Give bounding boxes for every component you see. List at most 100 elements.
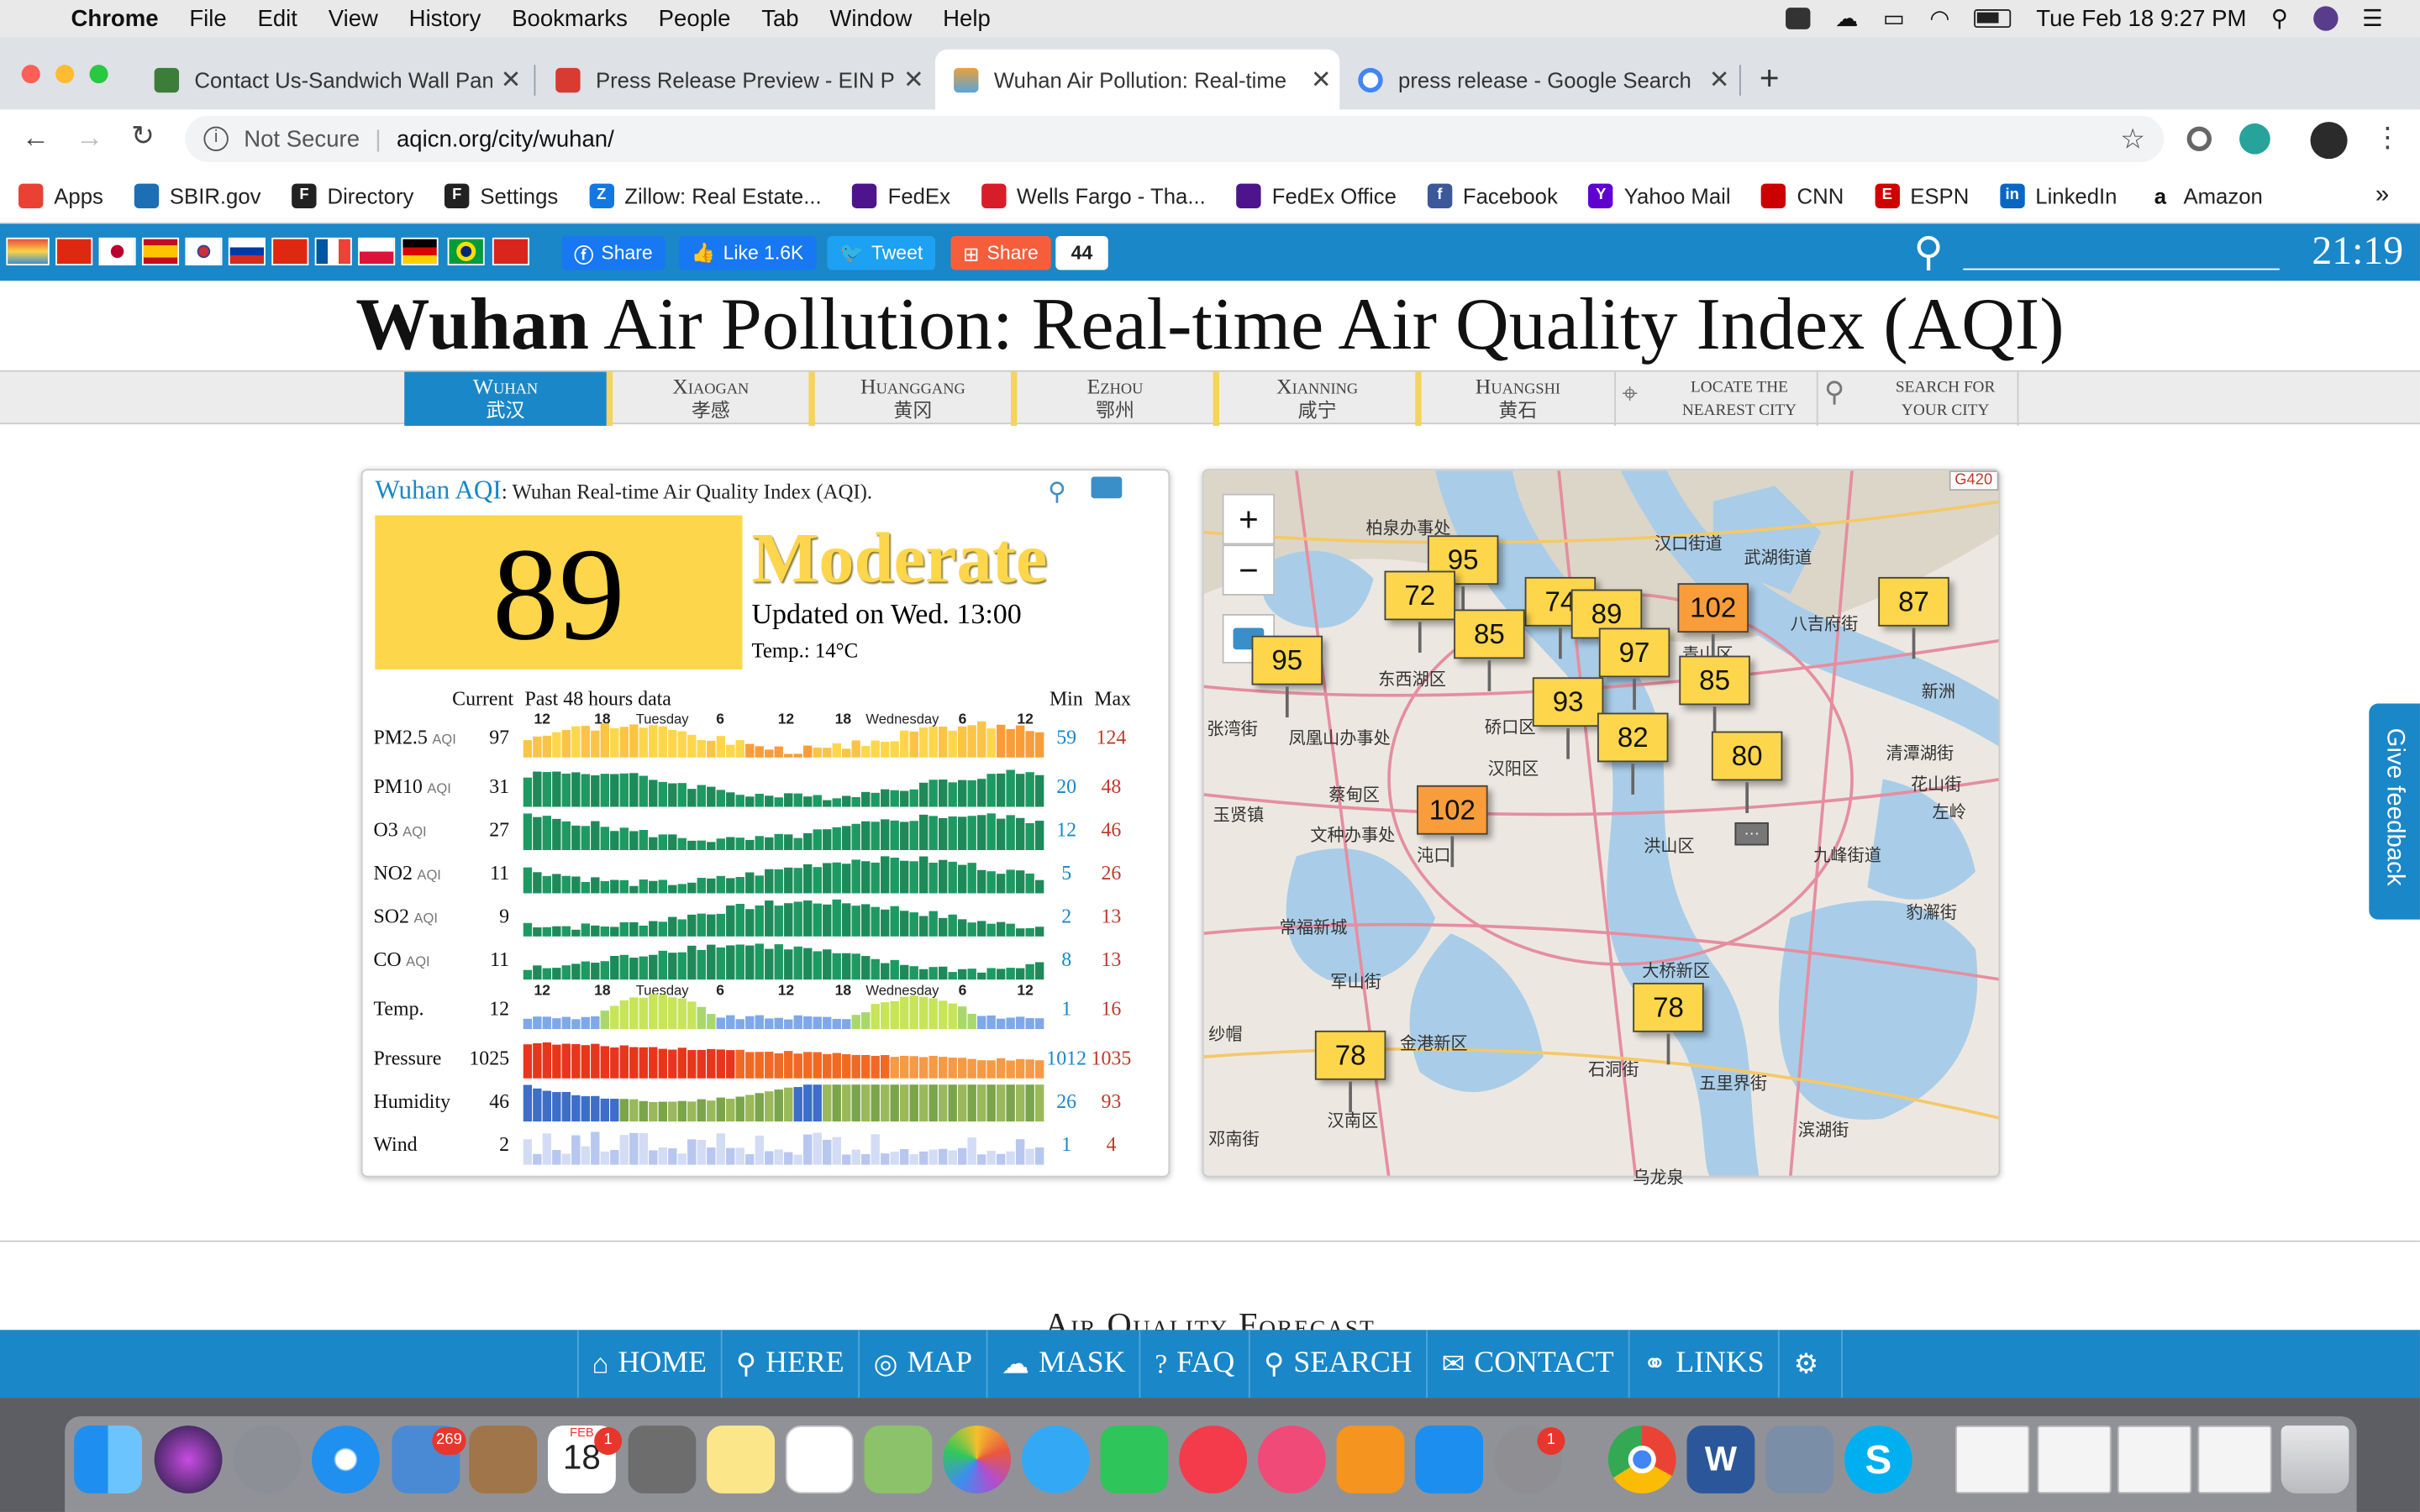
facebook-share-button[interactable]: ⓕ Share (561, 236, 666, 270)
bookmark-yahoo-mail[interactable]: Y Yahoo Mail (1588, 182, 1731, 208)
tab-google-search[interactable]: press release - Google Search ✕ (1339, 50, 1738, 110)
close-window-button[interactable] (21, 65, 40, 84)
reminders-app-icon[interactable] (785, 1425, 854, 1494)
airplay-icon[interactable]: ▭ (1883, 5, 1905, 32)
trash-icon[interactable] (2281, 1425, 2349, 1494)
sparkline-pressure[interactable] (523, 1038, 1045, 1079)
kebab-menu-icon[interactable]: ⋮ (2374, 122, 2402, 155)
menu-app-name[interactable]: Chrome (71, 5, 158, 31)
station-aqi-marker[interactable]: 85 (1454, 609, 1525, 691)
flag-hongkong-icon[interactable] (271, 237, 309, 265)
minimized-window-thumbnail[interactable] (2197, 1425, 2272, 1494)
bookmark-linkedin[interactable]: in LinkedIn (2000, 182, 2117, 208)
minimize-window-button[interactable] (55, 65, 75, 84)
nav-map[interactable]: ◎ MAP (858, 1330, 986, 1399)
nav-home[interactable]: ⌂ HOME (576, 1330, 720, 1399)
station-aqi-marker[interactable]: 78 (1633, 982, 1704, 1065)
flag-russia-icon[interactable] (228, 237, 266, 265)
flag-poland-icon[interactable] (358, 237, 396, 265)
forward-button[interactable]: → (76, 122, 103, 155)
sparkline-pm10[interactable] (523, 767, 1045, 807)
station-aqi-marker[interactable]: 95 (1251, 635, 1323, 718)
search-your-city-button[interactable]: ⚲ SEARCH FOR YOUR CITY (1816, 371, 2019, 426)
profile-avatar[interactable] (2310, 122, 2348, 160)
city-tab-huangshi[interactable]: Huangshi 黄石 (1415, 371, 1614, 426)
map-zoom-out-button[interactable]: − (1222, 544, 1276, 596)
notes-app-icon[interactable] (707, 1425, 776, 1494)
bookmark-fedex-office[interactable]: FedEx Office (1236, 182, 1397, 208)
news-app-icon[interactable] (1179, 1425, 1248, 1494)
url-text[interactable]: aqicn.org/city/wuhan/ (397, 126, 614, 152)
word-app-icon[interactable]: W (1686, 1425, 1755, 1494)
bookmark-cnn[interactable]: CNN (1761, 182, 1844, 208)
address-bar[interactable]: i Not Secure | aqicn.org/city/wuhan/ ☆ (185, 115, 2165, 162)
bookmark-facebook[interactable]: f Facebook (1427, 182, 1558, 208)
calculator-app-icon[interactable] (628, 1425, 697, 1494)
widget-embed-icon[interactable] (1091, 476, 1123, 499)
station-aqi-marker[interactable]: 85 (1679, 655, 1750, 738)
contacts-app-icon[interactable] (469, 1425, 538, 1494)
sparkline-o3[interactable] (523, 810, 1045, 851)
nav-settings[interactable]: ⚙ (1778, 1330, 1844, 1399)
give-feedback-tab[interactable]: Give feedback (2369, 703, 2420, 920)
close-tab-icon[interactable]: ✕ (1701, 64, 1738, 95)
station-aqi-marker[interactable]: 78 (1314, 1030, 1386, 1113)
bookmark-directory[interactable]: F Directory (292, 182, 413, 208)
minimized-window-thumbnail[interactable] (2037, 1425, 2112, 1494)
bookmark-sbir[interactable]: SBIR.gov (134, 182, 261, 208)
skype-app-icon[interactable]: S (1844, 1425, 1912, 1494)
new-tab-button[interactable]: + (1760, 59, 1780, 99)
flag-korea-icon[interactable] (185, 237, 223, 265)
menu-window[interactable]: Window (829, 5, 912, 31)
nav-here[interactable]: ⚲ HERE (720, 1330, 859, 1399)
bookmark-zillow[interactable]: Z Zillow: Real Estate... (589, 182, 822, 208)
station-aqi-marker[interactable]: 102 (1417, 785, 1488, 868)
books-app-icon[interactable] (1336, 1425, 1405, 1494)
map-zoom-in-button[interactable]: + (1222, 493, 1276, 545)
flag-spain-icon[interactable] (141, 237, 180, 265)
chrome-app-icon[interactable] (1607, 1425, 1676, 1494)
menubar-clock[interactable]: Tue Feb 18 9:27 PM (2036, 5, 2246, 31)
notification-center-icon[interactable]: ☰ (2362, 5, 2383, 32)
bookmark-fedex[interactable]: FedEx (852, 182, 950, 208)
share-link-icon[interactable]: ⚲ (1048, 477, 1066, 508)
preview-app-icon[interactable] (1765, 1425, 1833, 1494)
cloud-icon[interactable]: ☁ (1835, 5, 1859, 32)
messages-app-icon[interactable] (1021, 1425, 1090, 1494)
station-aqi-marker[interactable]: 72 (1384, 570, 1456, 653)
station-aqi-marker[interactable]: 102 (1677, 583, 1749, 665)
station-aqi-marker[interactable]: 97 (1598, 627, 1670, 710)
sparkline-pm25[interactable] (523, 717, 1045, 758)
sparkline-wind[interactable] (523, 1125, 1045, 1165)
music-app-icon[interactable] (1257, 1425, 1326, 1494)
flag-brazil-icon[interactable] (447, 237, 485, 265)
flag-china-icon[interactable] (55, 237, 93, 265)
launchpad-app-icon[interactable] (233, 1425, 302, 1494)
world-flag-icon[interactable] (6, 237, 50, 265)
nav-contact[interactable]: ✉ CONTACT (1426, 1330, 1628, 1399)
info-icon[interactable]: i (203, 126, 229, 151)
zoom-window-button[interactable] (89, 65, 108, 84)
menu-edit[interactable]: Edit (257, 5, 297, 31)
tab-wuhan-air-pollution[interactable]: Wuhan Air Pollution: Real-time ✕ (935, 49, 1340, 110)
flag-france-icon[interactable] (314, 237, 352, 265)
sparkline-so2[interactable] (523, 896, 1045, 937)
wuhan-aqi-link[interactable]: Wuhan AQI (375, 475, 501, 505)
sparkline-temp[interactable] (523, 989, 1045, 1030)
bookmarks-overflow-icon[interactable]: » (2375, 181, 2389, 209)
menu-help[interactable]: Help (943, 5, 991, 31)
city-tab-huanggang[interactable]: Huanggang 黄冈 (808, 371, 1011, 426)
menu-tab[interactable]: Tab (761, 5, 798, 31)
bookmark-wells-fargo[interactable]: Wells Fargo - Tha... (981, 182, 1206, 208)
search-icon[interactable]: ⚲ (1914, 228, 1944, 276)
flag-germany-icon[interactable] (401, 237, 439, 265)
maps-app-icon[interactable] (864, 1425, 933, 1494)
menu-bookmarks[interactable]: Bookmarks (512, 5, 628, 31)
station-aqi-marker[interactable]: 87 (1878, 576, 1949, 659)
station-no-data-marker[interactable]: ··· (1734, 822, 1769, 846)
finder-app-icon[interactable] (74, 1425, 142, 1494)
site-search-input[interactable] (1963, 268, 2280, 270)
city-tab-ezhou[interactable]: Ezhou 鄂州 (1011, 371, 1213, 426)
nav-mask[interactable]: ☁ MASK (986, 1330, 1139, 1399)
flag-japan-icon[interactable] (98, 237, 136, 265)
